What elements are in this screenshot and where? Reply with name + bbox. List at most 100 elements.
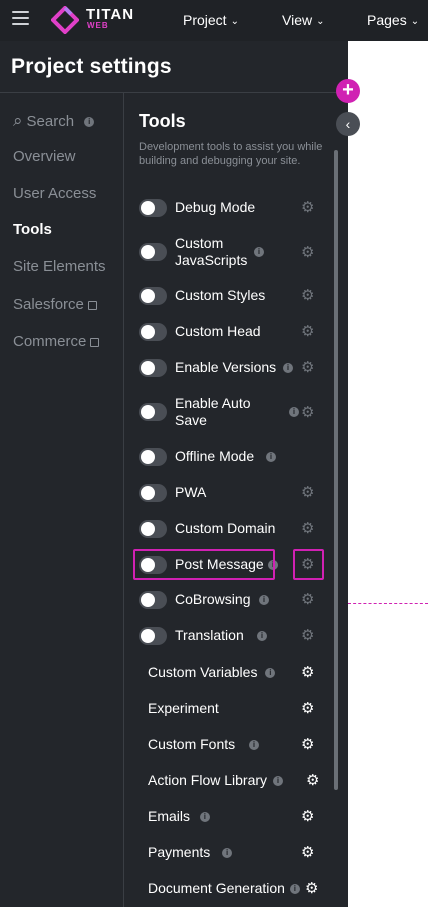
tool-row-custom-styles: Custom Styles ⚙: [139, 286, 329, 306]
tool-label: Enable Versions: [175, 359, 277, 375]
translation-toggle[interactable]: [139, 627, 167, 645]
custom-javascripts-toggle[interactable]: [139, 243, 167, 261]
tool-label: PWA: [175, 484, 207, 500]
brand-name: TITAN: [86, 6, 135, 23]
add-button[interactable]: +: [336, 79, 360, 103]
info-icon: i: [283, 363, 293, 373]
section-description: Development tools to assist you while bu…: [139, 141, 323, 167]
gear-icon[interactable]: ⚙: [301, 592, 316, 607]
info-icon: i: [257, 631, 267, 641]
tool-row-custom-domain: Custom Domain ⚙: [139, 519, 329, 539]
setting-custom-fonts[interactable]: Custom Fonts i: [148, 736, 260, 752]
menu-view[interactable]: View ⌄: [282, 12, 324, 28]
sidebar-item-search[interactable]: ⌕ Search i: [13, 111, 95, 131]
gear-icon[interactable]: ⚙: [301, 809, 316, 824]
divider: [0, 92, 348, 93]
info-icon: i: [289, 407, 299, 417]
gear-icon[interactable]: ⚙: [301, 245, 316, 260]
enable-versions-toggle[interactable]: [139, 359, 167, 377]
sidebar-item-site-elements[interactable]: Site Elements: [13, 258, 106, 275]
info-icon: i: [84, 117, 95, 128]
tool-row-offline-mode: Offline Mode i: [139, 447, 329, 467]
titan-logo-icon: [51, 6, 79, 34]
gear-icon[interactable]: ⚙: [301, 288, 316, 303]
info-icon: i: [249, 740, 260, 751]
gear-icon[interactable]: ⚙: [301, 405, 316, 420]
search-icon: ⌕: [13, 111, 23, 130]
chevron-down-icon: ⌄: [410, 16, 420, 27]
setting-experiment[interactable]: Experiment: [148, 700, 219, 716]
gear-icon[interactable]: ⚙: [301, 628, 316, 643]
enable-auto-save-toggle[interactable]: [139, 403, 167, 421]
tool-row-custom-head: Custom Head ⚙: [139, 322, 329, 342]
brand-sub: WEB: [87, 21, 109, 30]
gear-icon[interactable]: ⚙: [301, 200, 316, 215]
tool-row-enable-auto-save: Enable Auto Save i ⚙: [139, 394, 329, 430]
external-link-icon: [87, 300, 97, 310]
hamburger-menu-icon[interactable]: [12, 11, 29, 25]
canvas-guide-line: [348, 603, 428, 604]
tool-row-custom-javascripts: Custom JavaScripts i ⚙: [139, 234, 329, 270]
tool-label: Custom Domain: [175, 520, 276, 536]
gear-icon[interactable]: ⚙: [301, 360, 316, 375]
sidebar-item-salesforce[interactable]: Salesforce: [13, 296, 97, 313]
gear-icon[interactable]: ⚙: [306, 773, 321, 788]
tool-label: CoBrowsing: [175, 591, 251, 607]
pwa-toggle[interactable]: [139, 484, 167, 502]
gear-icon[interactable]: ⚙: [301, 845, 316, 860]
info-icon: i: [289, 884, 300, 895]
sidebar-item-user-access[interactable]: User Access: [13, 185, 96, 202]
panel-title: Project settings: [11, 55, 172, 78]
menu-project[interactable]: Project ⌄: [183, 12, 239, 28]
gear-icon[interactable]: ⚙: [301, 737, 316, 752]
tool-row-debug-mode: Debug Mode ⚙: [139, 198, 329, 218]
custom-domain-toggle[interactable]: [139, 520, 167, 538]
highlight-post-message: [133, 549, 275, 580]
offline-mode-toggle[interactable]: [139, 448, 167, 466]
setting-emails[interactable]: Emails i: [148, 808, 210, 824]
tool-row-enable-versions: Enable Versions i ⚙: [139, 358, 329, 378]
external-link-icon: [90, 337, 100, 347]
section-title: Tools: [139, 111, 186, 131]
gear-icon[interactable]: ⚙: [305, 881, 320, 896]
gear-icon[interactable]: ⚙: [301, 485, 316, 500]
sidebar-item-tools[interactable]: Tools: [13, 221, 52, 238]
tool-row-pwa: PWA ⚙: [139, 483, 329, 503]
tool-label: Translation: [175, 627, 244, 643]
info-icon: i: [265, 668, 276, 679]
gear-icon[interactable]: ⚙: [301, 701, 316, 716]
tool-label: Custom Head: [175, 323, 261, 339]
divider: [123, 93, 124, 907]
chevron-down-icon: ⌄: [230, 16, 239, 27]
tool-label: Debug Mode: [175, 199, 256, 215]
info-icon: i: [259, 595, 269, 605]
info-icon: i: [254, 247, 264, 257]
top-bar: TITAN WEB Project ⌄ View ⌄ Pages ⌄: [0, 0, 428, 41]
chevron-down-icon: ⌄: [316, 16, 325, 27]
tool-label: Custom Styles: [175, 287, 266, 303]
setting-document-generation[interactable]: Document Generation i: [148, 880, 300, 896]
cobrowsing-toggle[interactable]: [139, 591, 167, 609]
tool-row-translation: Translation i ⚙: [139, 626, 329, 646]
tool-label: Offline Mode: [175, 448, 255, 464]
highlight-post-message-gear: [293, 549, 324, 580]
tool-label: Custom JavaScripts: [175, 235, 248, 268]
collapse-panel-button[interactable]: ‹: [336, 112, 360, 136]
sidebar-item-commerce[interactable]: Commerce: [13, 333, 100, 350]
gear-icon[interactable]: ⚙: [301, 665, 316, 680]
menu-pages[interactable]: Pages ⌄: [367, 12, 419, 28]
info-icon: i: [272, 776, 283, 787]
custom-head-toggle[interactable]: [139, 323, 167, 341]
custom-styles-toggle[interactable]: [139, 287, 167, 305]
scrollbar-thumb[interactable]: [334, 150, 338, 790]
setting-payments[interactable]: Payments i: [148, 844, 233, 860]
gear-icon[interactable]: ⚙: [301, 324, 316, 339]
info-icon: i: [222, 848, 233, 859]
gear-icon[interactable]: ⚙: [301, 521, 316, 536]
tool-label: Enable Auto Save: [175, 395, 251, 428]
setting-action-flow-library[interactable]: Action Flow Library i: [148, 772, 283, 788]
debug-mode-toggle[interactable]: [139, 199, 167, 217]
sidebar-item-overview[interactable]: Overview: [13, 148, 76, 165]
info-icon: i: [266, 452, 276, 462]
setting-custom-variables[interactable]: Custom Variables i: [148, 664, 276, 680]
